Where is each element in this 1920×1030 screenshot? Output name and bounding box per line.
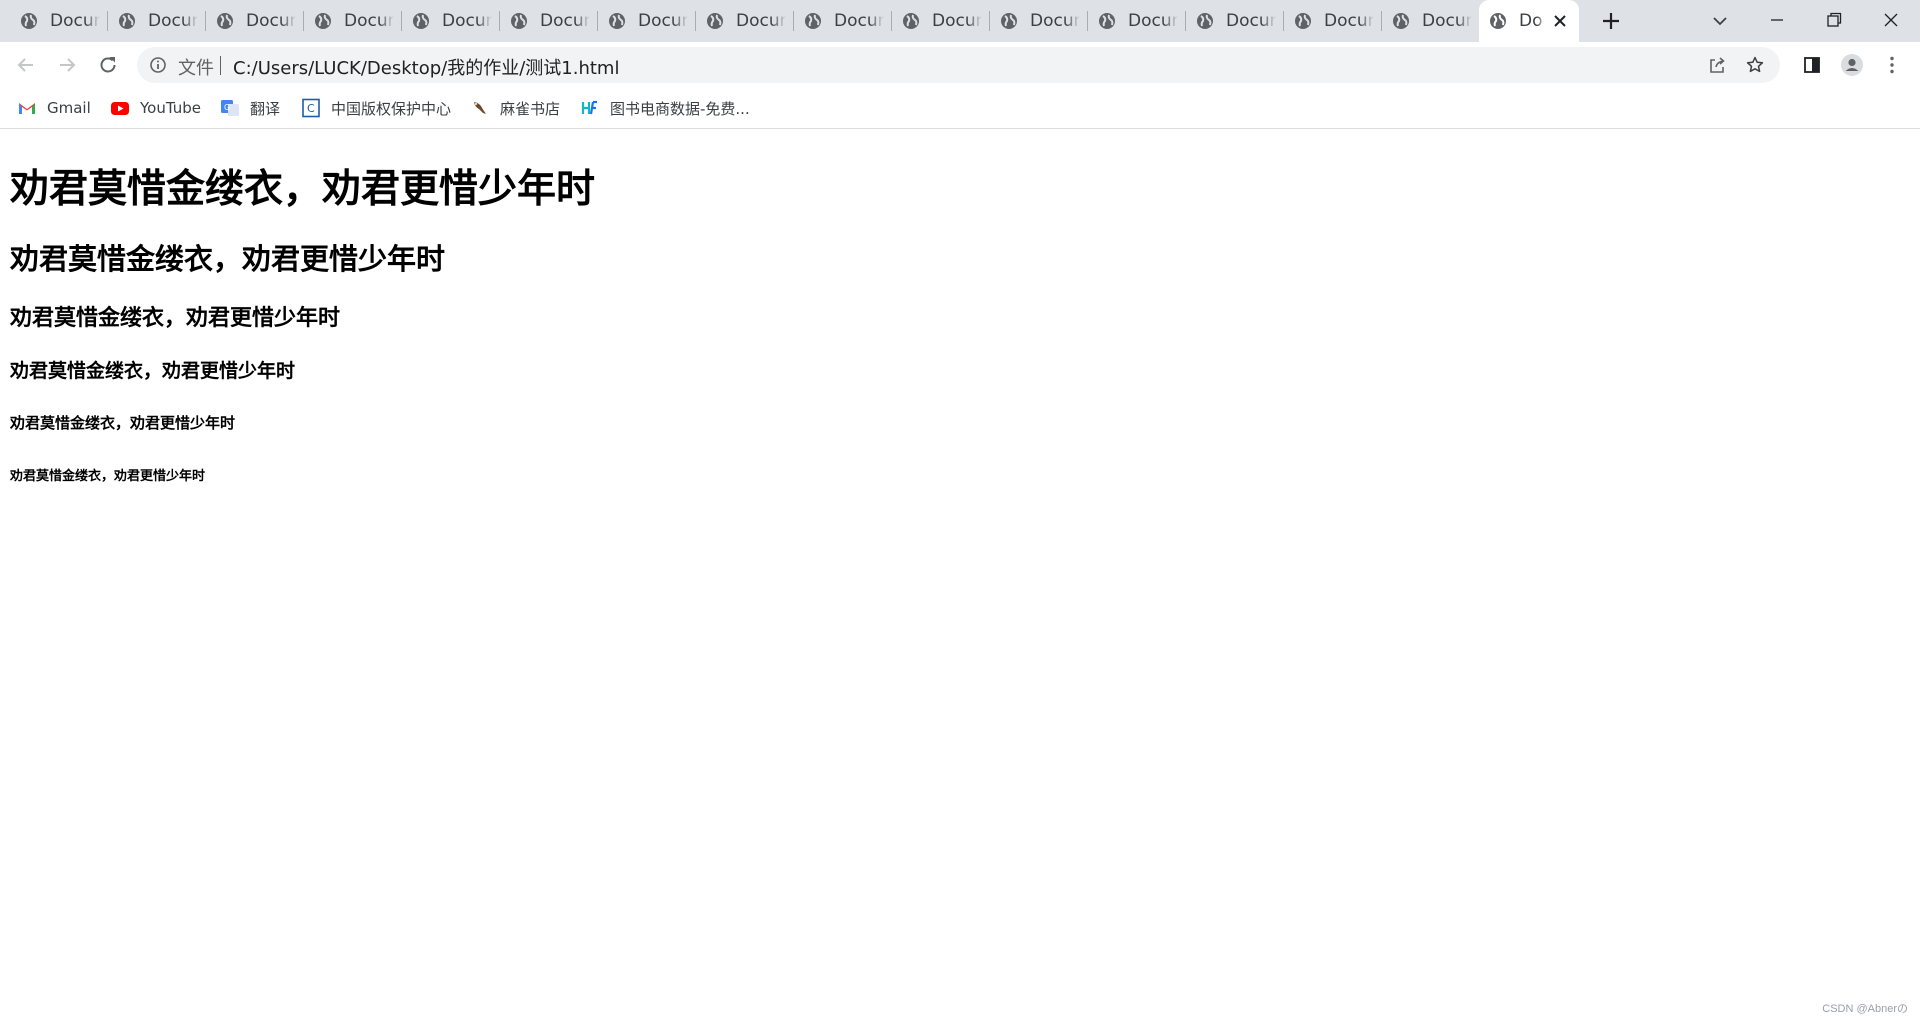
close-tab-icon[interactable] (1551, 12, 1569, 30)
active-tab[interactable]: Do (1479, 0, 1579, 42)
globe-icon (1295, 13, 1311, 29)
page-content: 劝君莫惜金缕衣，劝君更惜少年时 劝君莫惜金缕衣，劝君更惜少年时 劝君莫惜金缕衣，… (0, 129, 1920, 1030)
side-panel-icon[interactable] (1800, 53, 1824, 77)
tab-title: Docun (442, 11, 492, 31)
tab[interactable]: Docun (1382, 0, 1480, 42)
bookmark-label: 图书电商数据-免费... (610, 99, 750, 118)
heading-h5: 劝君莫惜金缕衣，劝君更惜少年时 (10, 414, 236, 432)
heading-h2: 劝君莫惜金缕衣，劝君更惜少年时 (10, 242, 446, 276)
sparrow-icon (474, 102, 486, 114)
tab-title: Docun (932, 11, 982, 31)
more-menu-icon[interactable] (1880, 53, 1904, 77)
tab-title: Docun (1324, 11, 1374, 31)
tab-title: Docun (246, 11, 296, 31)
globe-icon (217, 13, 233, 29)
tab[interactable]: Docun (1088, 0, 1186, 42)
bookmark-book-data[interactable]: 图书电商数据-免费... (580, 96, 750, 120)
globe-icon (413, 13, 429, 29)
tab-title: Docun (344, 11, 394, 31)
heading-h6: 劝君莫惜金缕衣，劝君更惜少年时 (10, 469, 206, 484)
bookmark-translate[interactable]: G 翻译 (220, 96, 280, 120)
globe-icon (1099, 13, 1115, 29)
bookmark-label: 翻译 (250, 99, 281, 118)
tab-title: Do (1519, 11, 1543, 31)
tab[interactable]: Docun (206, 0, 304, 42)
bookmarks-bar: Gmail YouTube G 翻译 C 中国版权保护中心 麻雀书店 图书电商数… (0, 88, 1920, 129)
globe-icon (805, 13, 821, 29)
bookmark-label: 中国版权保护中心 (331, 99, 452, 118)
tab[interactable]: Docun (794, 0, 892, 42)
globe-icon (707, 13, 723, 29)
tab-title: Docun (736, 11, 786, 31)
omnibox-divider (220, 56, 221, 75)
tab-title: Docun (540, 11, 590, 31)
back-arrow-icon[interactable] (14, 53, 38, 77)
svg-text:G: G (224, 103, 230, 112)
globe-icon (1001, 13, 1017, 29)
bookmark-star-icon[interactable] (1745, 55, 1765, 75)
tab-list: Docun Docun Docun Docun Docun Docun Docu… (10, 0, 1579, 42)
site-info-icon[interactable] (149, 56, 167, 74)
globe-icon (511, 13, 527, 29)
close-window-button[interactable] (1879, 8, 1903, 32)
tab[interactable]: Docun (10, 0, 108, 42)
tab-title: Docun (148, 11, 198, 31)
globe-icon (119, 13, 135, 29)
globe-icon (315, 13, 331, 29)
book-data-icon (581, 100, 597, 115)
reload-icon[interactable] (96, 53, 120, 77)
bookmark-gmail[interactable]: Gmail (17, 96, 91, 120)
tab-title: Docun (50, 11, 100, 31)
tab-title: Docun (638, 11, 688, 31)
file-scheme-label: 文件 (178, 58, 214, 79)
bookmark-label: 麻雀书店 (500, 99, 561, 118)
forward-arrow-icon[interactable] (55, 53, 79, 77)
tab[interactable]: Docun (108, 0, 206, 42)
url-text[interactable]: C:/Users/LUCK/Desktop/我的作业/测试1.html (233, 54, 619, 80)
youtube-icon (111, 102, 129, 115)
tab-strip: Docun Docun Docun Docun Docun Docun Docu… (0, 0, 1920, 42)
bookmark-youtube[interactable]: YouTube (110, 96, 201, 120)
tab-search-chevron-icon[interactable] (1710, 11, 1730, 31)
globe-icon (1393, 13, 1409, 29)
bookmark-label: YouTube (140, 99, 201, 117)
tab[interactable]: Docun (304, 0, 402, 42)
profile-avatar-icon[interactable] (1840, 53, 1864, 77)
bookmark-sparrow-bookstore[interactable]: 麻雀书店 (470, 96, 560, 120)
tab-title: Docun (1030, 11, 1080, 31)
tab[interactable]: Docun (990, 0, 1088, 42)
bookmark-label: Gmail (47, 99, 91, 117)
tab[interactable]: Docun (1284, 0, 1382, 42)
gmail-icon (19, 103, 35, 114)
globe-icon (21, 13, 37, 29)
heading-h3: 劝君莫惜金缕衣，劝君更惜少年时 (10, 306, 341, 331)
svg-text:C: C (307, 102, 315, 115)
tab[interactable]: Docun (696, 0, 794, 42)
globe-icon (1490, 13, 1506, 29)
heading-h4: 劝君莫惜金缕衣，劝君更惜少年时 (10, 360, 296, 382)
minimize-button[interactable] (1765, 8, 1789, 32)
browser-toolbar: 文件 C:/Users/LUCK/Desktop/我的作业/测试1.html (0, 42, 1920, 88)
copyright-center-icon: C (302, 98, 320, 118)
globe-icon (903, 13, 919, 29)
tab-title: Docun (1128, 11, 1178, 31)
globe-icon (609, 13, 625, 29)
csdn-watermark: CSDN @Abnerの (1822, 1003, 1908, 1015)
tab-title: Docun (834, 11, 884, 31)
restore-button[interactable] (1822, 8, 1846, 32)
tab[interactable]: Docun (1186, 0, 1284, 42)
tab-title: Docun (1226, 11, 1276, 31)
tab[interactable]: Docun (402, 0, 500, 42)
bookmark-copyright-center[interactable]: C 中国版权保护中心 (301, 96, 451, 120)
heading-h1: 劝君莫惜金缕衣，劝君更惜少年时 (10, 167, 596, 212)
share-icon[interactable] (1707, 55, 1727, 75)
globe-icon (1197, 13, 1213, 29)
tab[interactable]: Docun (500, 0, 598, 42)
tab-title: Docun (1422, 11, 1472, 31)
translate-icon: G (221, 100, 239, 116)
new-tab-button[interactable] (1600, 10, 1622, 32)
tab[interactable]: Docun (598, 0, 696, 42)
tab[interactable]: Docun (892, 0, 990, 42)
address-bar[interactable]: 文件 C:/Users/LUCK/Desktop/我的作业/测试1.html (137, 47, 1780, 83)
